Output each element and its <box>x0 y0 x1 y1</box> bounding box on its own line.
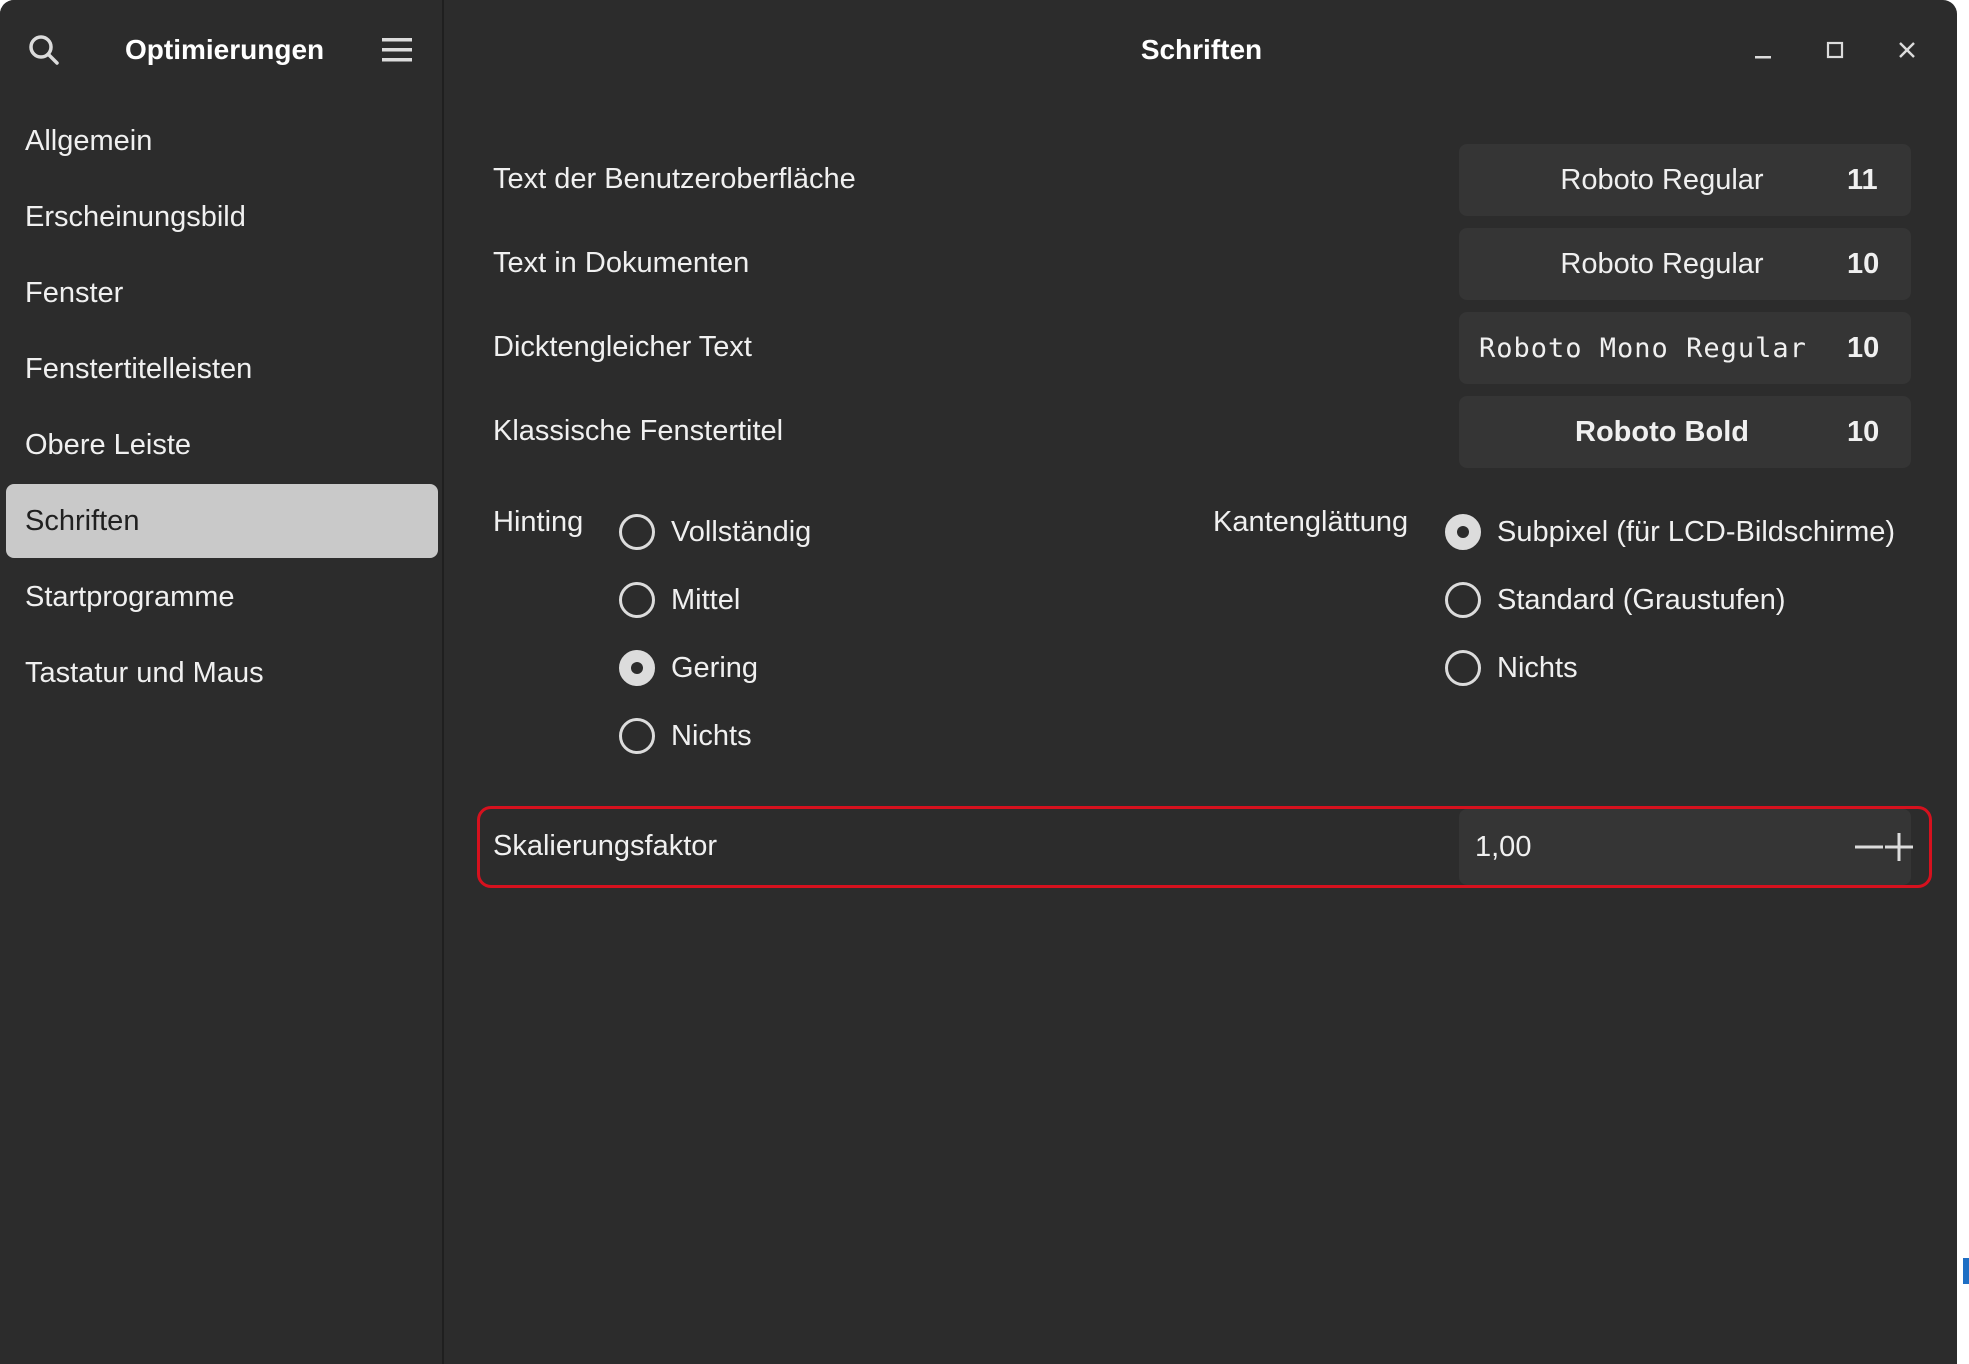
sidebar-item-fenster[interactable]: Fenster <box>6 256 438 330</box>
close-icon[interactable] <box>1885 30 1929 70</box>
font-name: Roboto Regular <box>1560 247 1764 280</box>
font-size: 10 <box>1847 247 1880 280</box>
radio-label: Subpixel (für LCD-Bildschirme) <box>1497 515 1896 548</box>
font-button-documents[interactable]: Roboto Regular 10 <box>1459 228 1911 300</box>
font-name: Roboto Bold <box>1575 415 1749 448</box>
radio-hinting-full[interactable]: Vollständig <box>619 508 811 556</box>
font-label-legacy-titles: Klassische Fenstertitel <box>493 415 784 447</box>
radio-hinting-medium[interactable]: Mittel <box>619 576 740 624</box>
page-title: Schriften <box>1140 34 1263 65</box>
scaling-spinbutton <box>1459 809 1914 885</box>
screen-edge-indicator <box>1963 1258 1969 1284</box>
sidebar-item-tastatur-und-maus[interactable]: Tastatur und Maus <box>6 636 438 710</box>
font-label-interface: Text der Benutzeroberfläche <box>493 163 856 195</box>
search-icon[interactable] <box>22 28 66 72</box>
tweaks-window: Optimierungen Allgemein Erscheinungsbild… <box>0 0 1957 1364</box>
scaling-value-input[interactable] <box>1459 829 1854 865</box>
radio-label: Gering <box>671 651 759 684</box>
sidebar-item-erscheinungsbild[interactable]: Erscheinungsbild <box>6 180 438 254</box>
window-controls <box>1741 30 1929 70</box>
minus-icon[interactable] <box>1854 817 1884 877</box>
radio-circle-checked <box>619 650 655 686</box>
sidebar: Optimierungen Allgemein Erscheinungsbild… <box>0 0 444 1364</box>
radio-circle <box>619 582 655 618</box>
plus-icon[interactable] <box>1884 817 1914 877</box>
radio-label: Mittel <box>671 583 741 616</box>
font-name: Roboto Regular <box>1560 163 1764 196</box>
font-label-monospace: Dicktengleicher Text <box>493 331 752 363</box>
font-size: 10 <box>1847 415 1880 448</box>
hinting-label: Hinting <box>493 506 584 538</box>
antialiasing-label: Kantenglättung <box>1213 506 1409 538</box>
radio-label: Vollständig <box>671 515 812 548</box>
radio-circle <box>619 514 655 550</box>
radio-label: Standard (Graustufen) <box>1497 583 1786 616</box>
radio-circle <box>1445 582 1481 618</box>
sidebar-item-allgemein[interactable]: Allgemein <box>6 104 438 178</box>
radio-antialiasing-standard[interactable]: Standard (Graustufen) <box>1445 576 1786 624</box>
maximize-icon[interactable] <box>1813 30 1857 70</box>
sidebar-item-startprogramme[interactable]: Startprogramme <box>6 560 438 634</box>
radio-antialiasing-none[interactable]: Nichts <box>1445 644 1578 692</box>
sidebar-header: Optimierungen <box>0 0 444 100</box>
font-size: 10 <box>1847 331 1880 364</box>
minimize-icon[interactable] <box>1741 30 1785 70</box>
radio-hinting-slight[interactable]: Gering <box>619 644 758 692</box>
hamburger-menu-icon[interactable] <box>375 28 419 72</box>
radio-hinting-none[interactable]: Nichts <box>619 712 752 760</box>
font-size: 11 <box>1847 163 1878 196</box>
font-button-legacy-titles[interactable]: Roboto Bold 10 <box>1459 396 1911 468</box>
font-button-interface[interactable]: Roboto Regular 11 <box>1459 144 1911 216</box>
radio-label: Nichts <box>1497 651 1578 684</box>
scaling-label: Skalierungsfaktor <box>493 830 718 862</box>
sidebar-item-obere-leiste[interactable]: Obere Leiste <box>6 408 438 482</box>
sidebar-item-fenstertitelleisten[interactable]: Fenstertitelleisten <box>6 332 438 406</box>
font-label-documents: Text in Dokumenten <box>493 247 750 279</box>
radio-label: Nichts <box>671 719 752 752</box>
sidebar-item-schriften[interactable]: Schriften <box>6 484 438 558</box>
main-panel: Schriften Text der Benutzeroberfläche Ro… <box>444 0 1957 1364</box>
radio-circle <box>1445 650 1481 686</box>
radio-circle-checked <box>1445 514 1481 550</box>
radio-circle <box>619 718 655 754</box>
app-title: Optimierungen <box>125 34 325 65</box>
font-name: Roboto Mono Regular <box>1479 332 1807 364</box>
font-button-monospace[interactable]: Roboto Mono Regular 10 <box>1459 312 1911 384</box>
radio-antialiasing-subpixel[interactable]: Subpixel (für LCD-Bildschirme) <box>1445 508 1895 556</box>
